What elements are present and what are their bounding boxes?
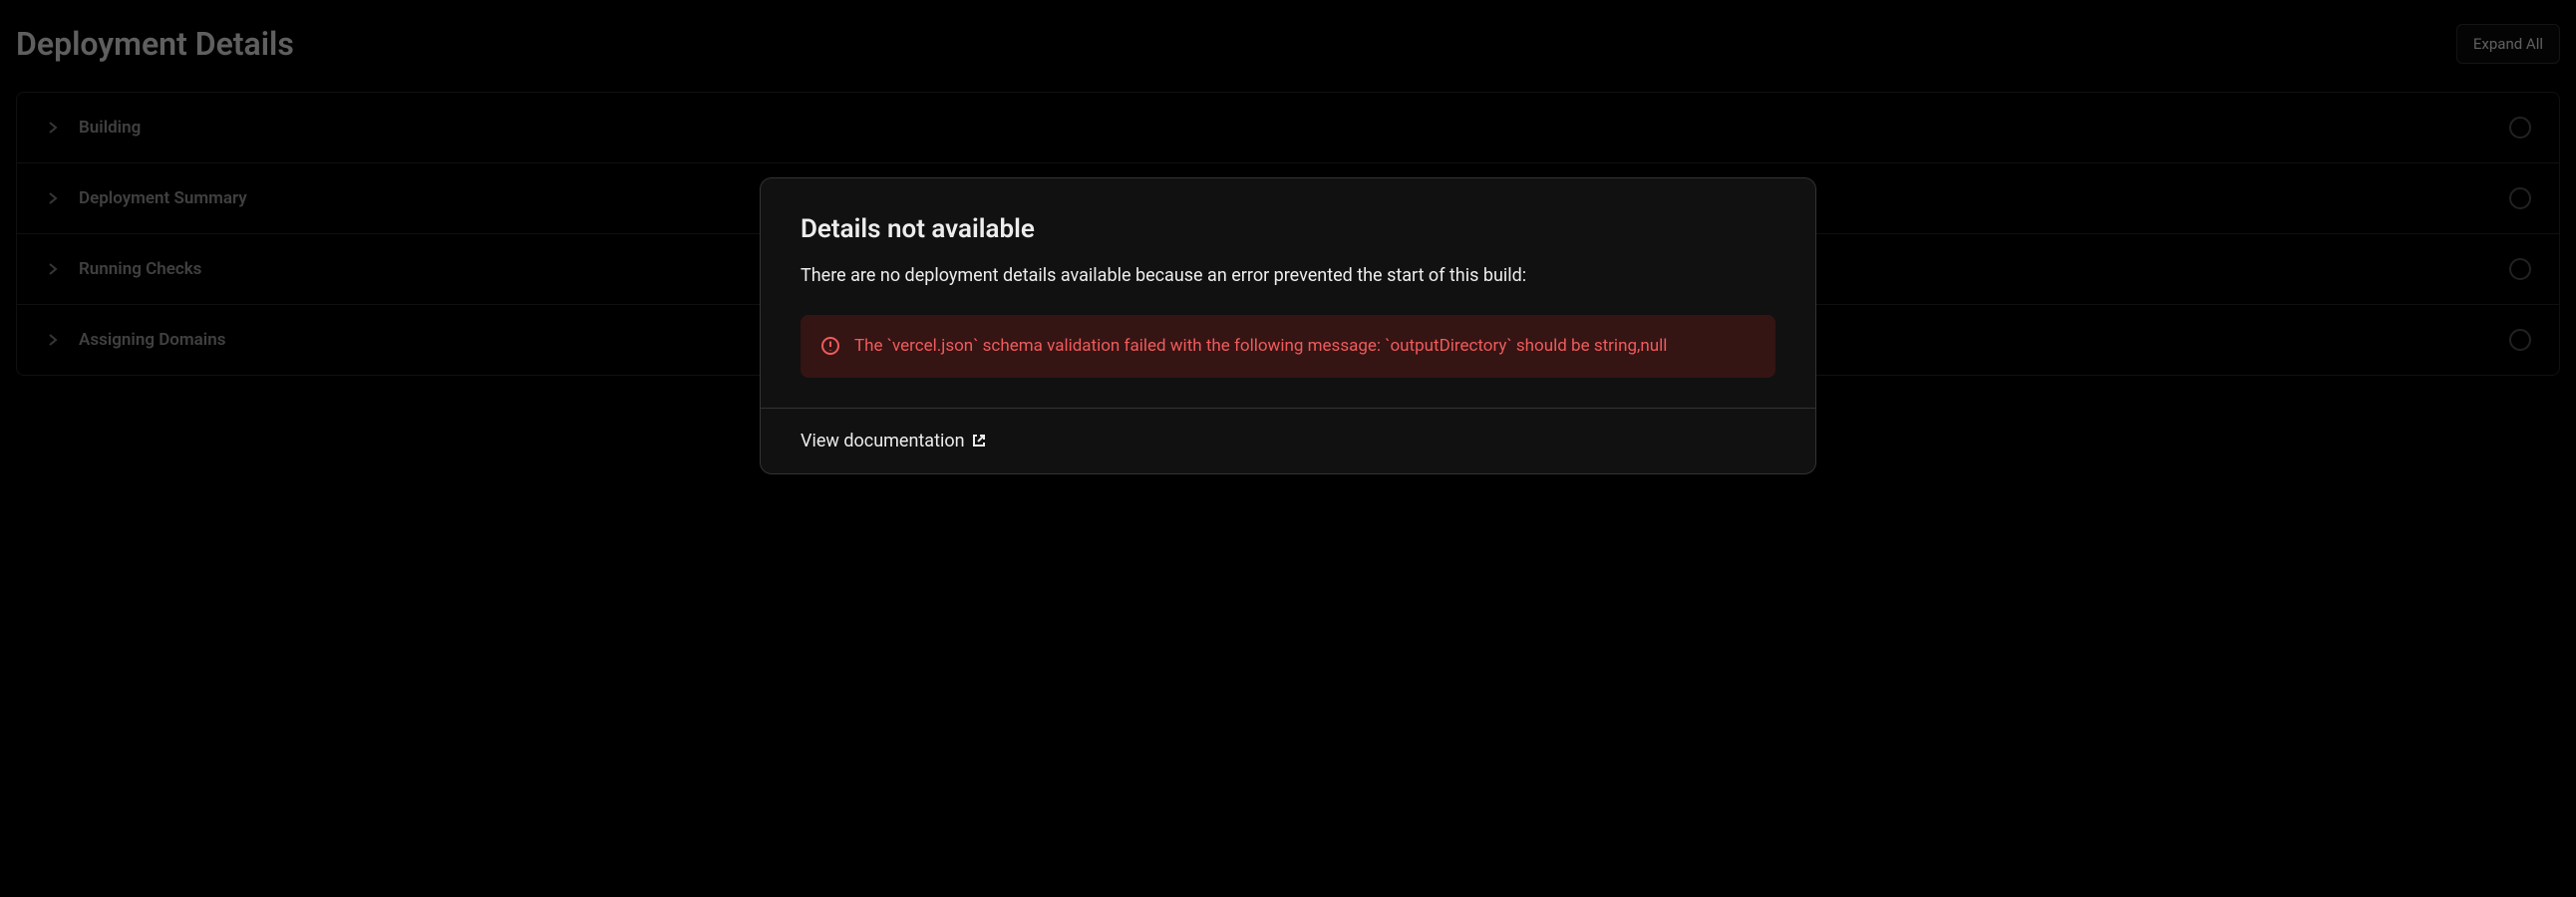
modal-footer: View documentation — [761, 408, 1815, 473]
expand-all-button[interactable]: Expand All — [2456, 24, 2560, 64]
modal-title: Details not available — [801, 214, 1775, 244]
chevron-right-icon — [45, 120, 61, 136]
accordion-item-left: Assigning Domains — [45, 330, 225, 350]
status-circle-icon — [2509, 329, 2531, 351]
modal-description: There are no deployment details availabl… — [801, 262, 1775, 291]
page-title: Deployment Details — [16, 25, 294, 63]
doc-link-label: View documentation — [801, 431, 965, 451]
error-modal: Details not available There are no deplo… — [760, 177, 1816, 474]
external-link-icon — [971, 433, 987, 448]
accordion-item-label: Assigning Domains — [79, 330, 225, 350]
accordion-item-left: Running Checks — [45, 259, 201, 279]
error-message: The `vercel.json` schema validation fail… — [854, 333, 1667, 360]
status-circle-icon — [2509, 187, 2531, 209]
chevron-right-icon — [45, 332, 61, 348]
accordion-item-label: Building — [79, 118, 141, 138]
accordion-item-left: Building — [45, 118, 141, 138]
modal-body: Details not available There are no deplo… — [761, 178, 1815, 408]
accordion-item-label: Running Checks — [79, 259, 201, 279]
accordion-item-label: Deployment Summary — [79, 188, 247, 208]
error-box: The `vercel.json` schema validation fail… — [801, 315, 1775, 378]
chevron-right-icon — [45, 261, 61, 277]
view-documentation-link[interactable]: View documentation — [801, 431, 987, 451]
accordion-item-building[interactable]: Building — [17, 93, 2559, 163]
status-circle-icon — [2509, 117, 2531, 139]
chevron-right-icon — [45, 190, 61, 206]
status-circle-icon — [2509, 258, 2531, 280]
error-circle-icon — [820, 336, 840, 356]
page-header: Deployment Details Expand All — [16, 24, 2560, 64]
accordion-item-left: Deployment Summary — [45, 188, 247, 208]
